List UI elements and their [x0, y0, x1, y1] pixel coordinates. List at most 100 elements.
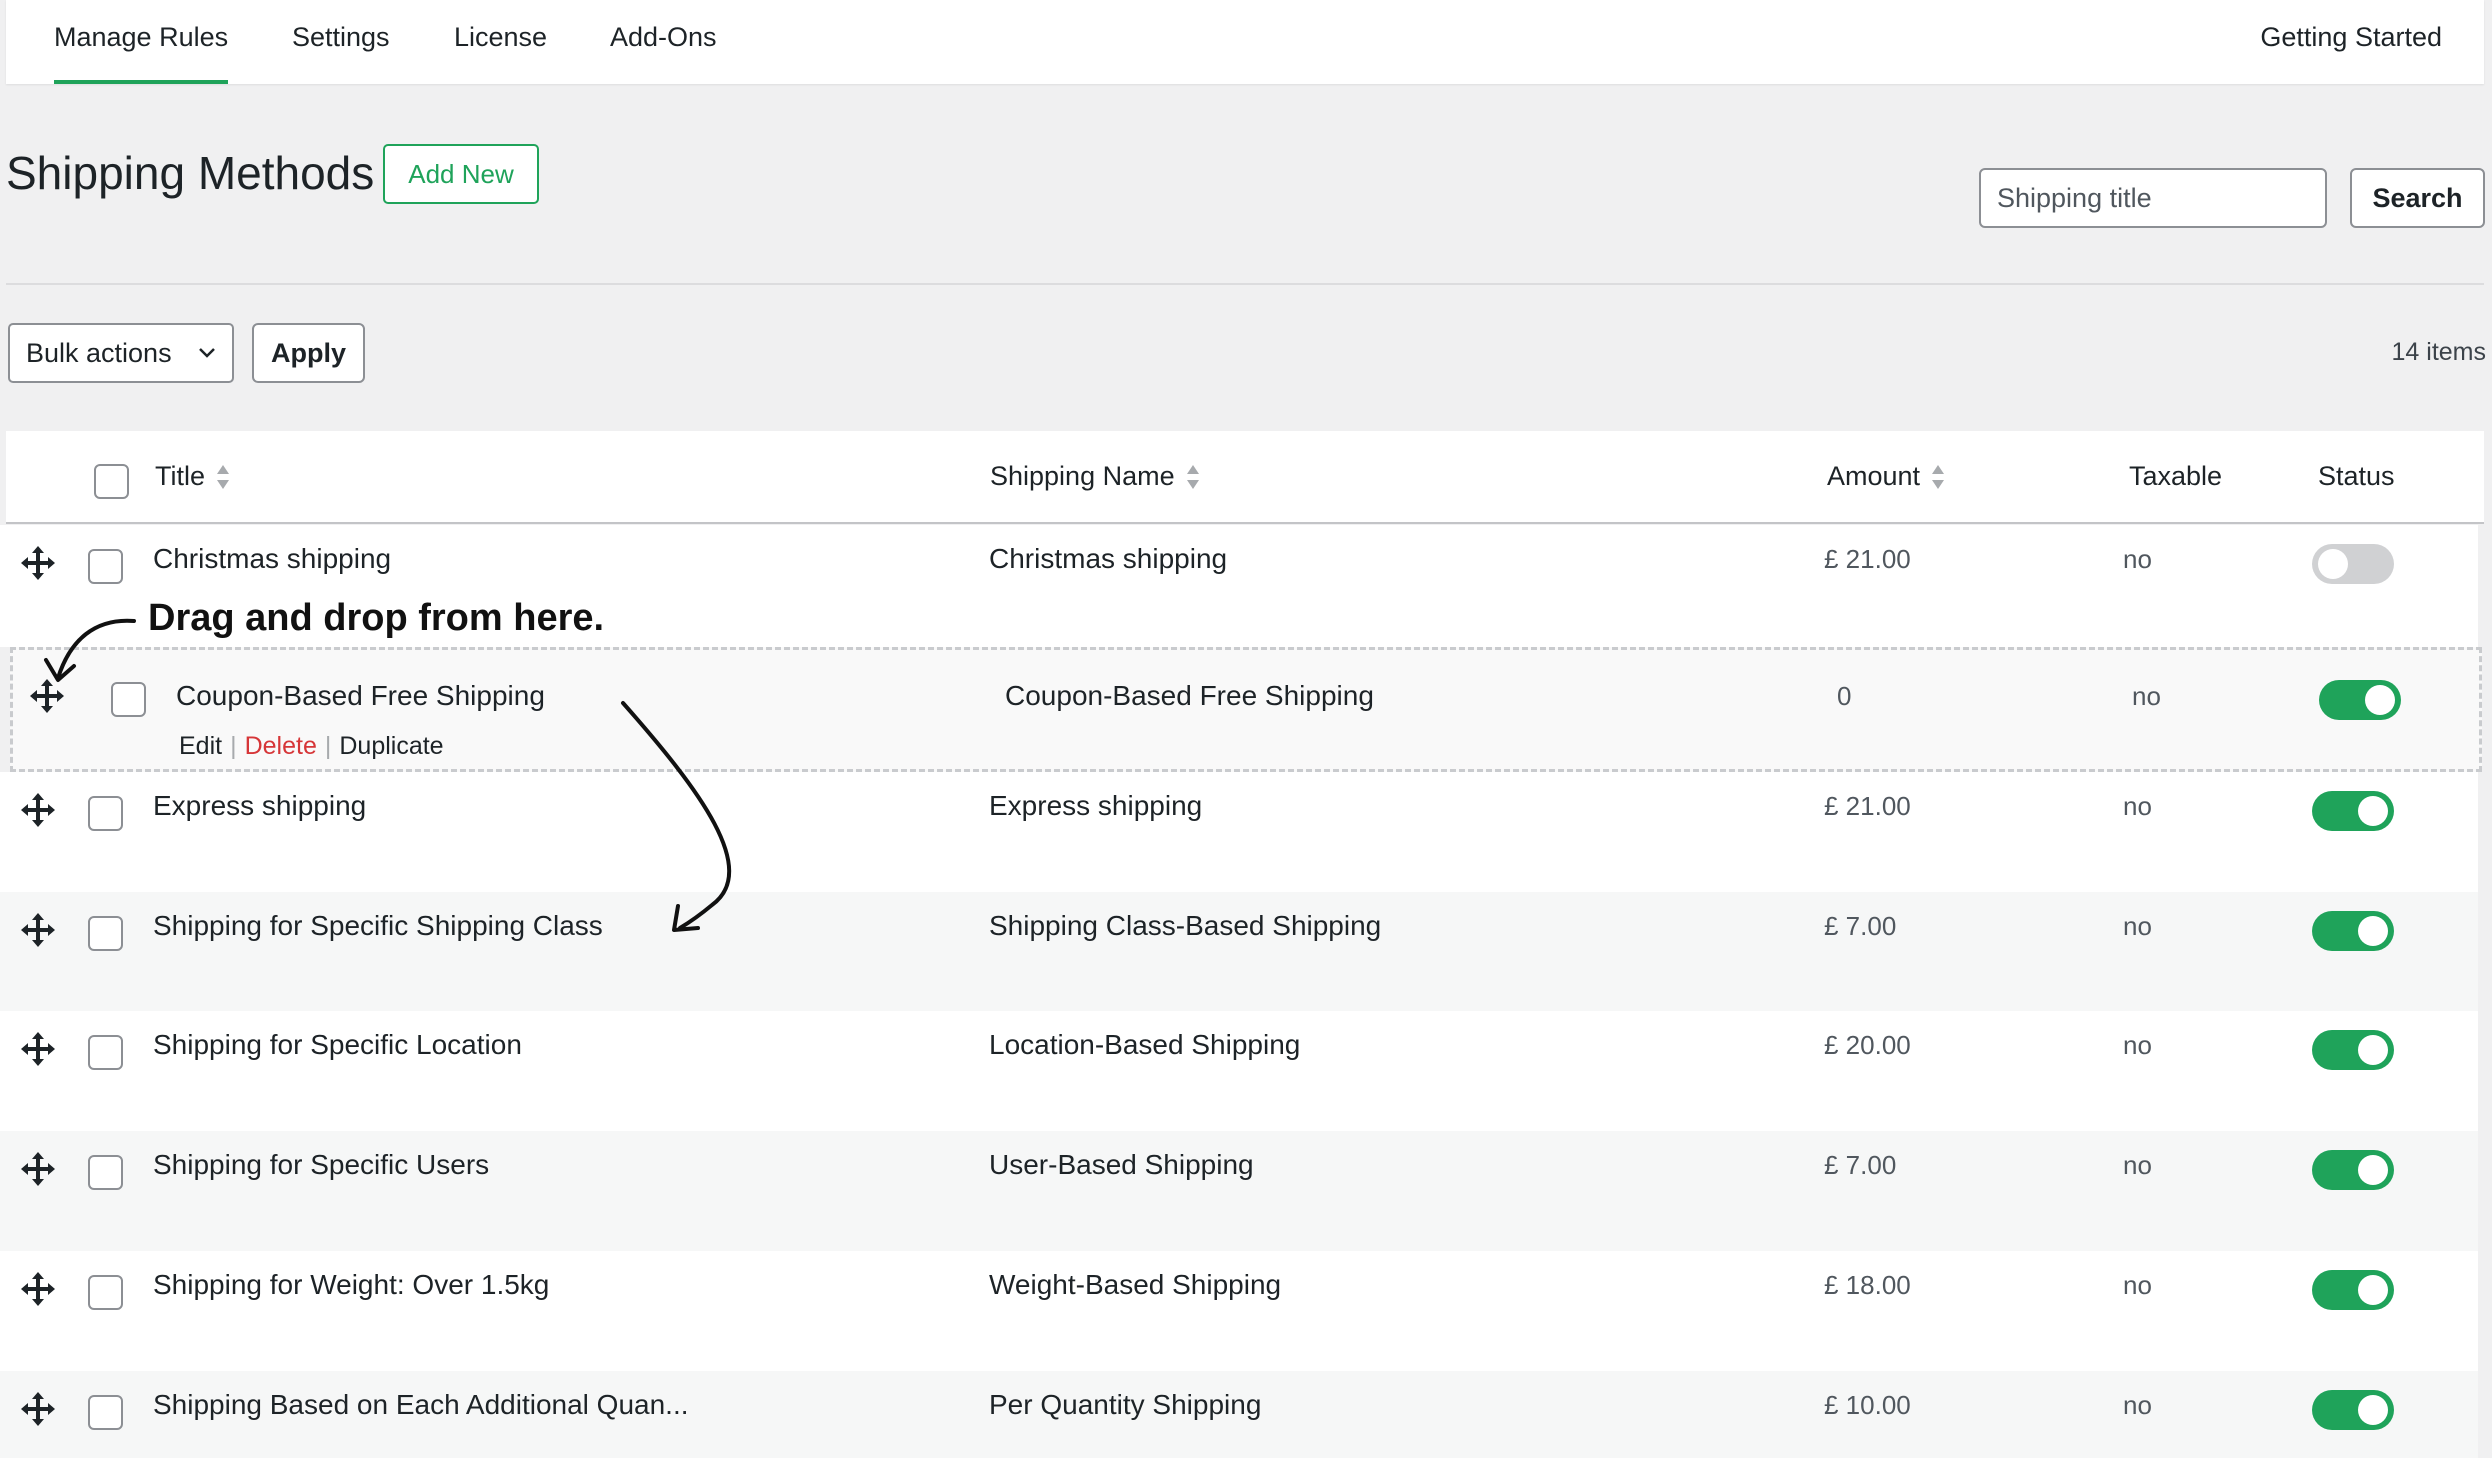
column-amount-label: Amount — [1827, 461, 1921, 491]
row-amount: £ 21.00 — [1824, 544, 1911, 574]
apply-button[interactable]: Apply — [252, 323, 365, 383]
row-taxable: no — [2123, 1030, 2152, 1060]
row-amount: £ 7.00 — [1824, 911, 1897, 941]
row-shipping-name: Per Quantity Shipping — [989, 1389, 1262, 1420]
sort-icon — [217, 464, 230, 489]
row-taxable: no — [2123, 1390, 2152, 1420]
row-title[interactable]: Shipping for Specific Location — [153, 1029, 522, 1061]
row-shipping-name: Express shipping — [989, 790, 1203, 821]
tab-license[interactable]: License — [454, 22, 547, 84]
table-row: Shipping for Specific Location Location-… — [0, 1011, 2478, 1131]
add-new-button[interactable]: Add New — [383, 144, 539, 204]
column-title[interactable]: Title — [155, 461, 231, 492]
toggle-knob — [2358, 1155, 2388, 1185]
table-row-dragging[interactable]: Coupon-Based Free Shipping Edit | Delete | D… — [10, 647, 2482, 772]
column-taxable: Taxable — [2129, 461, 2223, 491]
bulk-actions-select[interactable]: Bulk actions — [8, 323, 234, 383]
drag-handle-icon[interactable] — [18, 790, 58, 830]
column-shipping-name-label: Shipping Name — [990, 461, 1175, 491]
row-amount: £ 18.00 — [1824, 1270, 1911, 1300]
search-button[interactable]: Search — [2350, 168, 2485, 228]
status-toggle[interactable] — [2312, 544, 2394, 584]
duplicate-link[interactable]: Duplicate — [339, 732, 443, 760]
row-taxable: no — [2123, 1270, 2152, 1300]
search-input[interactable] — [1979, 168, 2327, 228]
table-row: Express shipping Express shipping £ 21.0… — [0, 772, 2478, 892]
drag-handle-icon[interactable] — [18, 1389, 58, 1429]
status-toggle[interactable] — [2312, 1030, 2394, 1070]
row-amount: £ 21.00 — [1824, 791, 1911, 821]
drag-handle-icon[interactable] — [18, 1269, 58, 1309]
separator: | — [230, 732, 237, 760]
row-taxable: no — [2123, 911, 2152, 941]
row-checkbox[interactable] — [88, 1035, 123, 1070]
select-all-checkbox[interactable] — [94, 464, 129, 499]
drag-handle-icon[interactable] — [18, 1029, 58, 1069]
toggle-knob — [2358, 1395, 2388, 1425]
row-title[interactable]: Express shipping — [153, 790, 366, 822]
status-toggle[interactable] — [2312, 791, 2394, 831]
row-checkbox[interactable] — [88, 549, 123, 584]
toggle-knob — [2365, 685, 2395, 715]
row-amount: £ 20.00 — [1824, 1030, 1911, 1060]
table-row: Shipping Based on Each Additional Quan..… — [0, 1371, 2478, 1458]
tab-settings[interactable]: Settings — [292, 22, 390, 84]
row-shipping-name: Weight-Based Shipping — [989, 1269, 1282, 1300]
row-checkbox[interactable] — [111, 682, 146, 717]
row-taxable: no — [2123, 1150, 2152, 1180]
tab-add-ons[interactable]: Add-Ons — [610, 22, 717, 84]
drag-handle-icon[interactable] — [18, 543, 58, 583]
row-checkbox[interactable] — [88, 1155, 123, 1190]
top-navigation: Manage Rules Settings License Add-Ons Ge… — [6, 0, 2484, 84]
row-shipping-name: Coupon-Based Free Shipping — [1005, 680, 1374, 711]
row-title[interactable]: Shipping for Specific Shipping Class — [153, 910, 603, 942]
toggle-knob — [2358, 1275, 2388, 1305]
page-title: Shipping Methods — [6, 147, 375, 199]
row-taxable: no — [2123, 544, 2152, 574]
row-title[interactable]: Christmas shipping — [153, 543, 391, 575]
divider — [6, 283, 2484, 285]
status-toggle[interactable] — [2319, 680, 2401, 720]
toggle-knob — [2318, 549, 2348, 579]
row-checkbox[interactable] — [88, 916, 123, 951]
row-title[interactable]: Shipping Based on Each Additional Quan..… — [153, 1389, 689, 1421]
table-header: Title Shipping Name Amount Taxable Statu… — [6, 431, 2484, 524]
status-toggle[interactable] — [2312, 1150, 2394, 1190]
row-title[interactable]: Coupon-Based Free Shipping — [176, 680, 545, 712]
row-shipping-name: Location-Based Shipping — [989, 1029, 1301, 1060]
row-title[interactable]: Shipping for Specific Users — [153, 1149, 489, 1181]
row-taxable: no — [2132, 681, 2161, 711]
drag-handle-icon[interactable] — [18, 1149, 58, 1189]
column-amount[interactable]: Amount — [1827, 461, 1946, 492]
sort-icon — [1932, 464, 1945, 489]
row-checkbox[interactable] — [88, 796, 123, 831]
status-toggle[interactable] — [2312, 1390, 2394, 1430]
delete-link[interactable]: Delete — [245, 732, 317, 760]
getting-started-link[interactable]: Getting Started — [2260, 22, 2442, 53]
drag-drop-callout: Drag and drop from here. — [148, 597, 605, 639]
column-status: Status — [2318, 461, 2395, 491]
status-toggle[interactable] — [2312, 1270, 2394, 1310]
row-amount: £ 7.00 — [1824, 1150, 1897, 1180]
table-row: Shipping for Specific Shipping Class Shi… — [0, 892, 2478, 1011]
status-toggle[interactable] — [2312, 911, 2394, 951]
table-row: Shipping for Specific Users User-Based S… — [0, 1131, 2478, 1251]
column-title-label: Title — [155, 461, 206, 491]
row-title[interactable]: Shipping for Weight: Over 1.5kg — [153, 1269, 549, 1301]
edit-link[interactable]: Edit — [179, 732, 222, 760]
bulk-actions-label: Bulk actions — [26, 337, 172, 368]
separator: | — [324, 732, 332, 760]
drag-handle-icon[interactable] — [27, 676, 67, 716]
column-shipping-name[interactable]: Shipping Name — [990, 461, 1201, 492]
row-taxable: no — [2123, 791, 2152, 821]
drag-handle-icon[interactable] — [18, 910, 58, 950]
row-amount: £ 10.00 — [1824, 1390, 1911, 1420]
row-checkbox[interactable] — [88, 1275, 123, 1310]
tab-manage-rules[interactable]: Manage Rules — [54, 22, 229, 84]
row-actions: Edit | Delete | Duplicate — [179, 732, 444, 761]
row-shipping-name: User-Based Shipping — [989, 1149, 1254, 1180]
sort-icon — [1186, 464, 1199, 489]
toggle-knob — [2358, 796, 2388, 826]
row-shipping-name: Christmas shipping — [989, 543, 1228, 574]
row-checkbox[interactable] — [88, 1395, 123, 1430]
